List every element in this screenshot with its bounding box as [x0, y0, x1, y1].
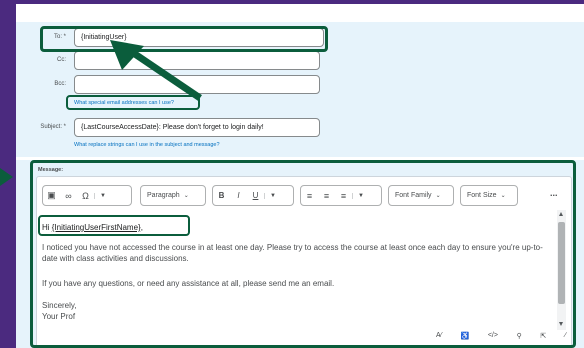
triangle-pointer-icon: [0, 168, 13, 186]
email-form-page: To: * {InitiatingUser} Cc: Bcc: What spe…: [16, 4, 584, 348]
arrow-icon: [110, 40, 202, 101]
replace-strings-link[interactable]: What replace strings can I use in the su…: [74, 142, 220, 148]
message-section-highlight: [30, 160, 576, 348]
bcc-label: Bcc:: [54, 81, 66, 87]
greeting-highlight: [38, 215, 190, 236]
cc-label: Cc:: [57, 57, 66, 63]
subject-field[interactable]: {LastCourseAccessDate}: Please don't for…: [74, 118, 320, 137]
subject-label: Subject: *: [40, 124, 66, 130]
